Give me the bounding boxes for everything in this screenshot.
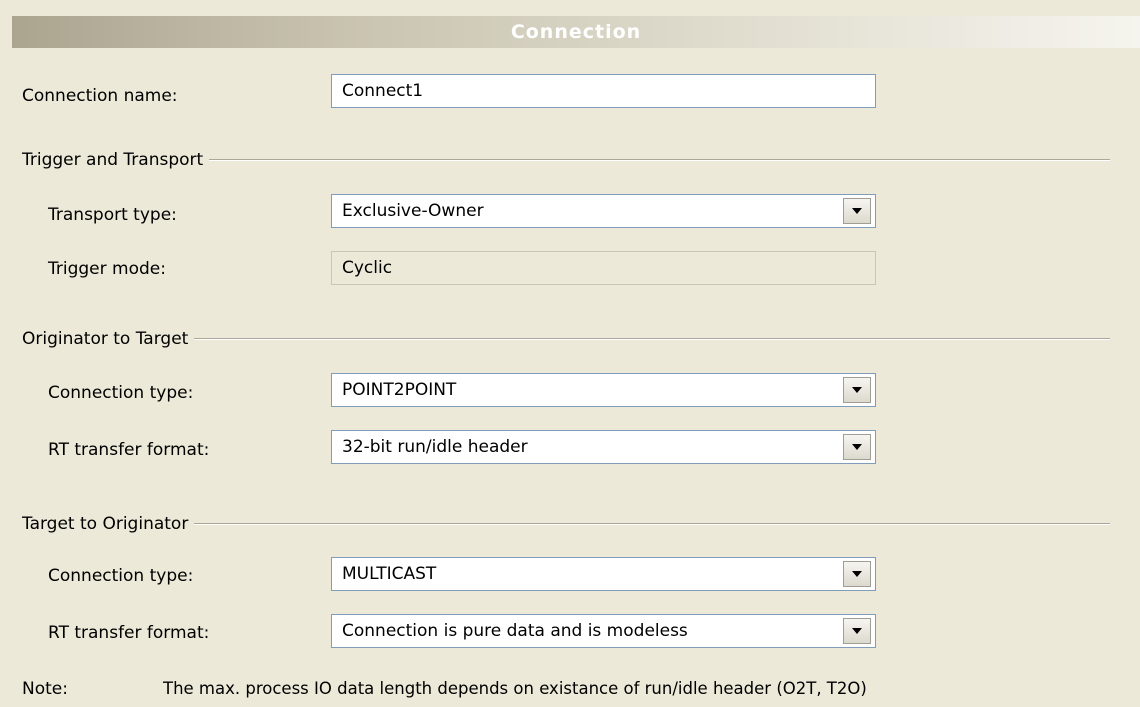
- trigger-mode-value: Cyclic: [342, 258, 393, 278]
- trigger-transport-heading: Trigger and Transport: [22, 150, 204, 170]
- group-divider: [194, 523, 1110, 525]
- trigger-transport-group: Trigger and Transport: [22, 150, 1110, 170]
- connection-name-value: Connect1: [342, 81, 424, 101]
- connection-name-input[interactable]: Connect1: [331, 74, 876, 108]
- t2o-rt-format-value: Connection is pure data and is modeless: [342, 621, 688, 641]
- chevron-down-icon[interactable]: [843, 618, 871, 644]
- o2t-connection-type-label: Connection type:: [48, 383, 194, 403]
- o2t-rt-format-select[interactable]: 32-bit run/idle header: [331, 430, 876, 464]
- chevron-down-icon[interactable]: [843, 377, 871, 403]
- section-title-bar: Connection: [12, 16, 1140, 48]
- trigger-mode-label: Trigger mode:: [48, 259, 166, 279]
- transport-type-value: Exclusive-Owner: [342, 201, 484, 221]
- chevron-down-icon[interactable]: [843, 561, 871, 587]
- originator-to-target-group: Originator to Target: [22, 329, 1110, 349]
- o2t-rt-format-value: 32-bit run/idle header: [342, 437, 528, 457]
- t2o-connection-type-value: MULTICAST: [342, 564, 437, 584]
- chevron-down-icon[interactable]: [843, 198, 871, 224]
- o2t-connection-type-value: POINT2POINT: [342, 380, 457, 400]
- originator-to-target-heading: Originator to Target: [22, 329, 189, 349]
- t2o-connection-type-select[interactable]: MULTICAST: [331, 557, 876, 591]
- connection-name-label: Connection name:: [22, 86, 178, 106]
- o2t-connection-type-select[interactable]: POINT2POINT: [331, 373, 876, 407]
- t2o-rt-format-label: RT transfer format:: [48, 623, 210, 643]
- transport-type-select[interactable]: Exclusive-Owner: [331, 194, 876, 228]
- group-divider: [194, 338, 1110, 340]
- trigger-mode-field: Cyclic: [331, 251, 876, 285]
- note-label: Note:: [22, 679, 68, 699]
- note-text: The max. process IO data length depends …: [163, 679, 867, 698]
- target-to-originator-heading: Target to Originator: [22, 514, 189, 534]
- chevron-down-icon[interactable]: [843, 434, 871, 460]
- target-to-originator-group: Target to Originator: [22, 514, 1110, 534]
- transport-type-label: Transport type:: [48, 205, 177, 225]
- t2o-connection-type-label: Connection type:: [48, 566, 194, 586]
- o2t-rt-format-label: RT transfer format:: [48, 440, 210, 460]
- t2o-rt-format-select[interactable]: Connection is pure data and is modeless: [331, 614, 876, 648]
- group-divider: [209, 159, 1110, 161]
